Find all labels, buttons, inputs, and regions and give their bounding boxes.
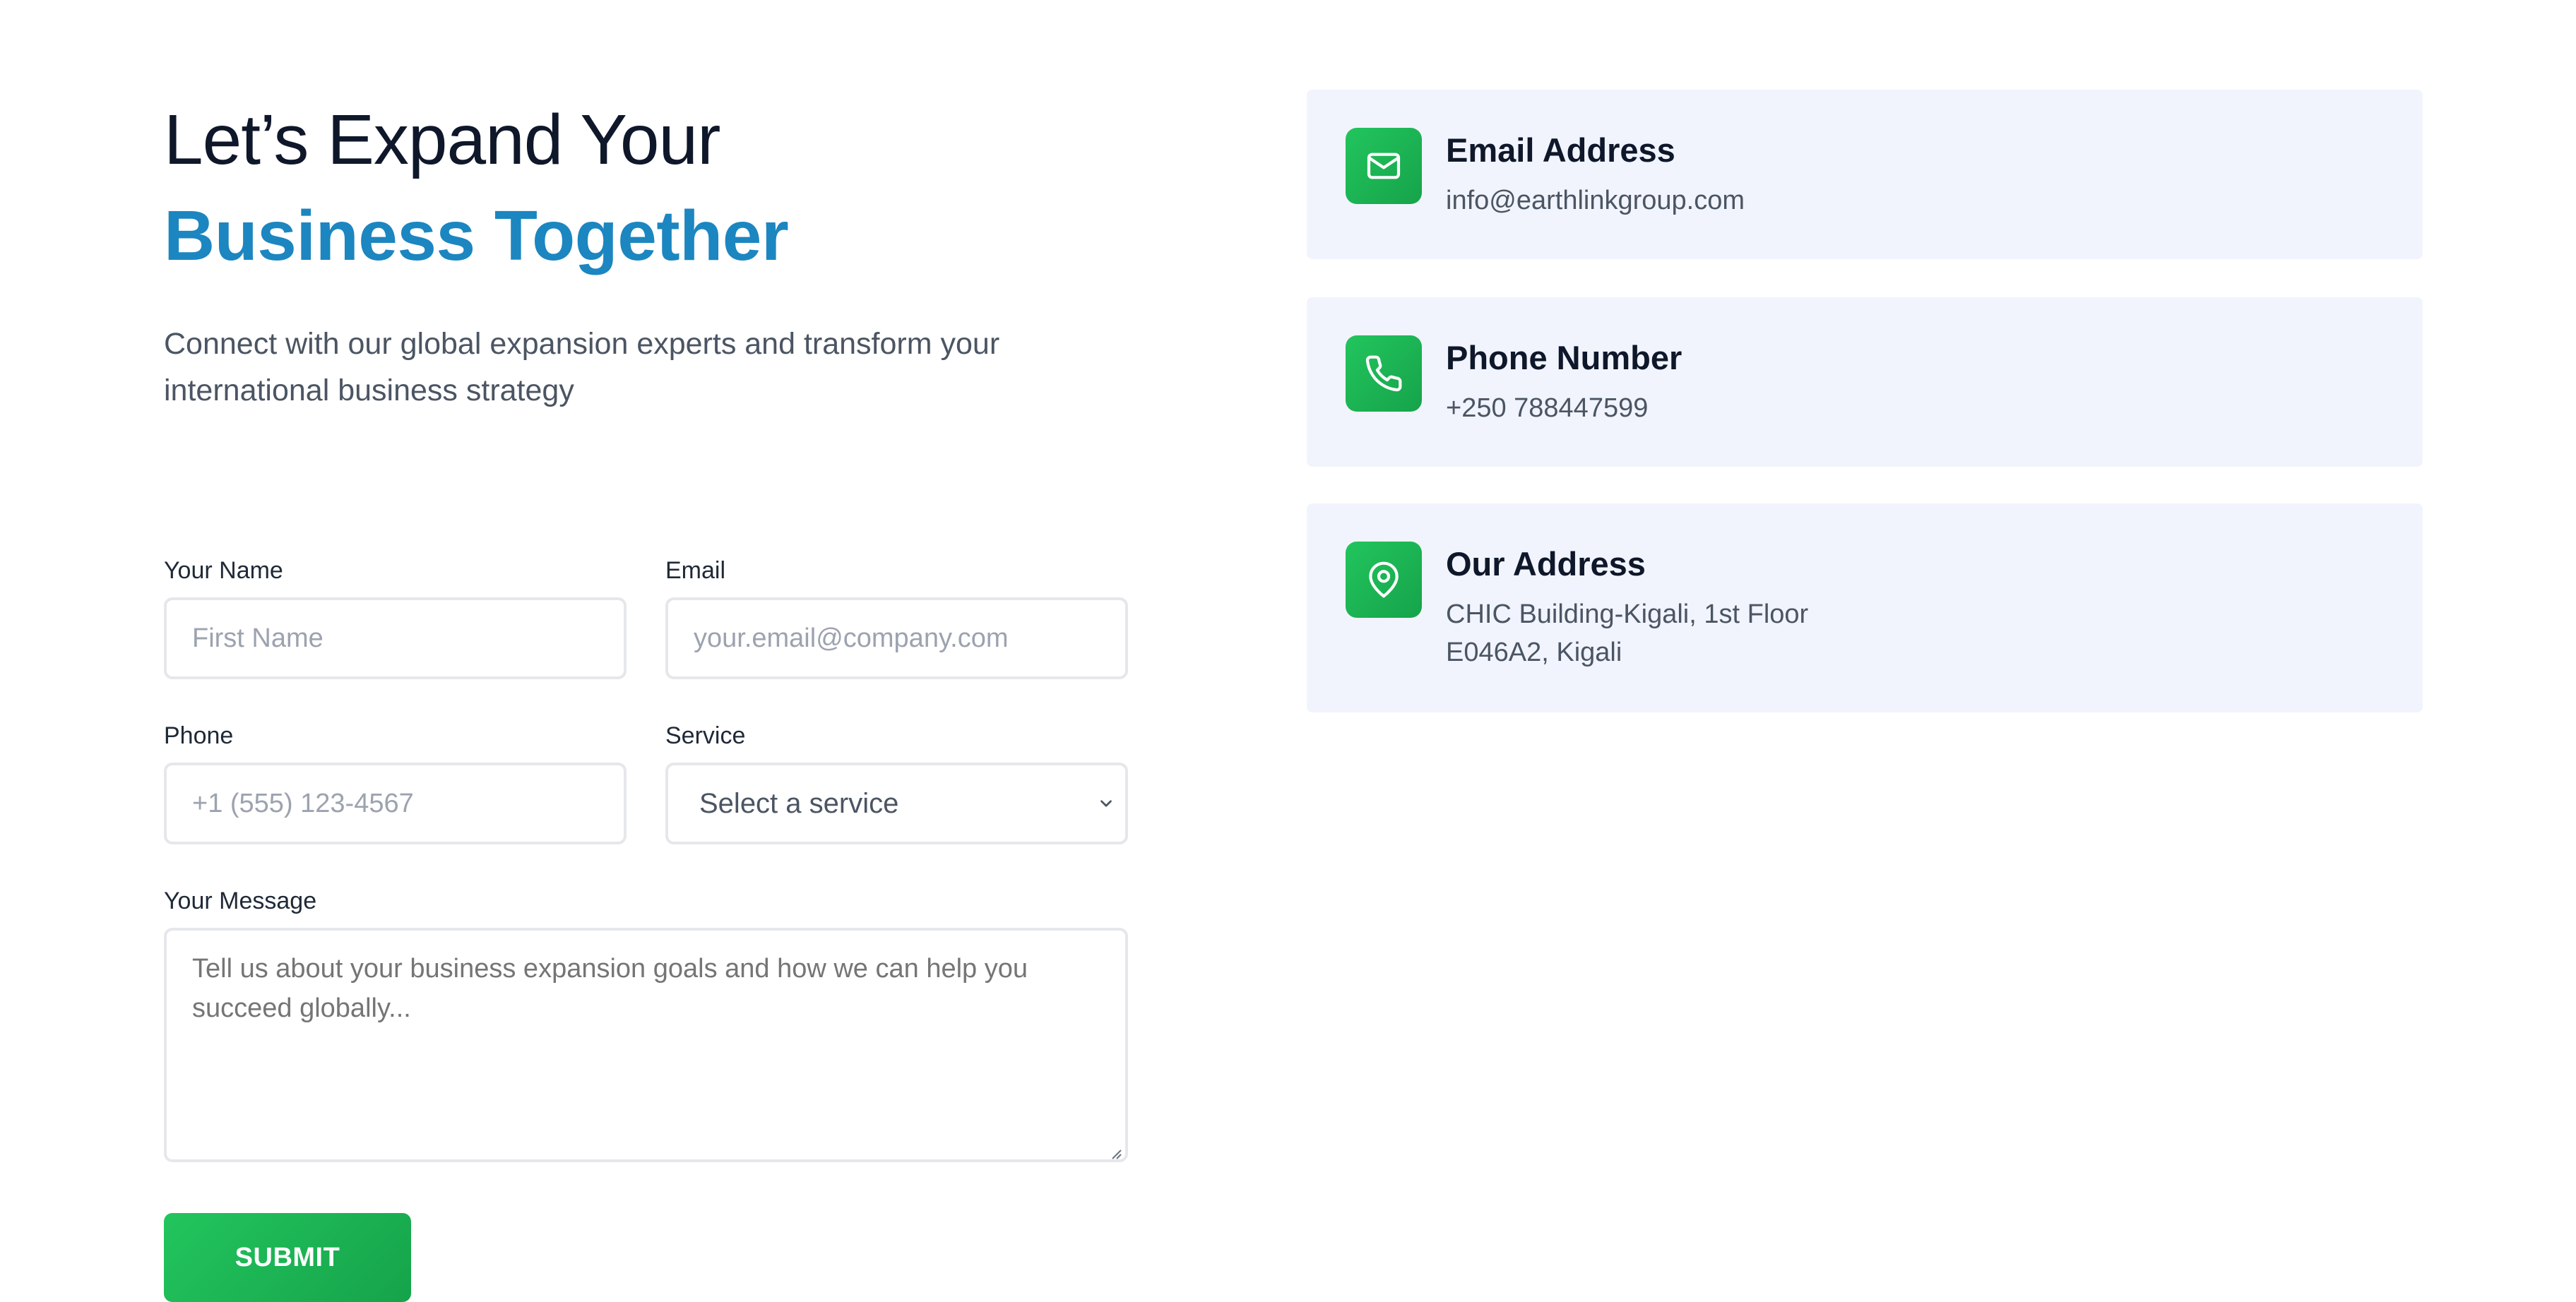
name-label: Your Name: [164, 557, 283, 584]
message-textarea[interactable]: [164, 928, 1128, 1162]
email-card-value: info@earthlinkgroup.com: [1446, 186, 1745, 215]
email-icon-box: [1346, 128, 1422, 204]
address-line2: E046A2, Kigali: [1446, 638, 1622, 667]
service-label: Service: [665, 722, 746, 749]
service-field-group: Service Select a service: [665, 722, 1128, 844]
page-title-line1: Let’s Expand Your: [164, 100, 720, 179]
resize-handle-icon[interactable]: [1110, 1147, 1122, 1160]
phone-card-value: +250 788447599: [1446, 393, 1649, 423]
phone-icon: [1365, 355, 1402, 392]
address-card-title: Our Address: [1446, 545, 1646, 583]
address-card-value: CHIC Building-Kigali, 1st Floor E046A2, …: [1446, 595, 2364, 671]
phone-label: Phone: [164, 722, 234, 749]
phone-field-group: Phone: [164, 722, 627, 844]
email-input[interactable]: [665, 597, 1128, 679]
intro-text: Connect with our global expansion expert…: [164, 327, 1000, 407]
phone-card: Phone Number +250 788447599: [1307, 297, 2423, 467]
service-select[interactable]: Select a service: [665, 763, 1128, 844]
contact-form-section: Let’s Expand Your Business Together Conn…: [164, 92, 1128, 1302]
service-select-value: Select a service: [699, 787, 899, 819]
address-card: Our Address CHIC Building-Kigali, 1st Fl…: [1307, 503, 2423, 712]
phone-input[interactable]: [164, 763, 627, 844]
name-input[interactable]: [164, 597, 627, 679]
email-card: Email Address info@earthlinkgroup.com: [1307, 90, 2423, 259]
submit-button[interactable]: SUBMIT: [164, 1213, 411, 1302]
email-label: Email: [665, 557, 726, 584]
email-field-group: Email: [665, 556, 1128, 679]
phone-card-title: Phone Number: [1446, 339, 1682, 376]
phone-icon-box: [1346, 335, 1422, 412]
address-line1: CHIC Building-Kigali, 1st Floor: [1446, 599, 1809, 629]
map-pin-icon: [1369, 561, 1399, 598]
page-title-line2: Business Together: [164, 196, 789, 275]
name-field-group: Your Name: [164, 556, 627, 679]
message-field-group: Your Message: [164, 887, 1128, 1166]
message-label: Your Message: [164, 888, 317, 914]
mail-icon: [1367, 153, 1401, 179]
chevron-down-icon: [1100, 800, 1112, 807]
email-card-title: Email Address: [1446, 131, 1675, 169]
address-icon-box: [1346, 542, 1422, 618]
